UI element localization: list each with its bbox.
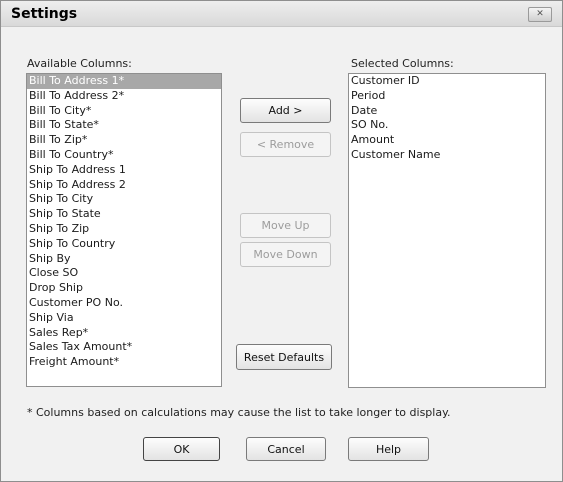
ok-button[interactable]: OK bbox=[143, 437, 220, 461]
remove-button[interactable]: < Remove bbox=[240, 132, 331, 157]
list-item[interactable]: Bill To Zip* bbox=[27, 133, 221, 148]
list-item[interactable]: Bill To Address 1* bbox=[27, 74, 221, 89]
list-item[interactable]: Customer ID bbox=[349, 74, 545, 89]
list-item[interactable]: Ship To Country bbox=[27, 237, 221, 252]
list-item[interactable]: Freight Amount* bbox=[27, 355, 221, 370]
list-item[interactable]: Ship To Address 2 bbox=[27, 178, 221, 193]
settings-dialog: Settings ✕ Available Columns: Bill To Ad… bbox=[0, 0, 563, 482]
list-item[interactable]: Ship To Zip bbox=[27, 222, 221, 237]
list-item[interactable]: Bill To City* bbox=[27, 104, 221, 119]
list-item[interactable]: Ship To City bbox=[27, 192, 221, 207]
close-button[interactable]: ✕ bbox=[528, 7, 552, 22]
list-item[interactable]: Sales Tax Amount* bbox=[27, 340, 221, 355]
list-item[interactable]: Amount bbox=[349, 133, 545, 148]
list-item[interactable]: SO No. bbox=[349, 118, 545, 133]
list-item[interactable]: Bill To Address 2* bbox=[27, 89, 221, 104]
reset-defaults-button[interactable]: Reset Defaults bbox=[236, 344, 332, 370]
available-columns-list[interactable]: Bill To Address 1* Bill To Address 2* Bill… bbox=[26, 73, 222, 387]
list-item[interactable]: Close SO bbox=[27, 266, 221, 281]
dialog-title: Settings bbox=[11, 6, 78, 22]
move-down-button[interactable]: Move Down bbox=[240, 242, 331, 267]
list-item[interactable]: Date bbox=[349, 104, 545, 119]
list-item[interactable]: Customer Name bbox=[349, 148, 545, 163]
list-item[interactable]: Customer PO No. bbox=[27, 296, 221, 311]
close-icon: ✕ bbox=[536, 9, 544, 19]
help-button[interactable]: Help bbox=[348, 437, 429, 461]
available-columns-label: Available Columns: bbox=[27, 57, 132, 70]
list-item[interactable]: Ship To State bbox=[27, 207, 221, 222]
title-bar: Settings ✕ bbox=[1, 1, 562, 27]
list-item[interactable]: Sales Rep* bbox=[27, 326, 221, 341]
calculation-footnote: * Columns based on calculations may caus… bbox=[27, 406, 451, 419]
list-item[interactable]: Bill To Country* bbox=[27, 148, 221, 163]
list-item[interactable]: Ship Via bbox=[27, 311, 221, 326]
list-item[interactable]: Period bbox=[349, 89, 545, 104]
selected-columns-label: Selected Columns: bbox=[351, 57, 454, 70]
add-button[interactable]: Add > bbox=[240, 98, 331, 123]
list-item[interactable]: Bill To State* bbox=[27, 118, 221, 133]
list-item[interactable]: Ship To Address 1 bbox=[27, 163, 221, 178]
move-up-button[interactable]: Move Up bbox=[240, 213, 331, 238]
cancel-button[interactable]: Cancel bbox=[246, 437, 326, 461]
selected-columns-list[interactable]: Customer ID Period Date SO No. Amount Custome… bbox=[348, 73, 546, 388]
list-item[interactable]: Ship By bbox=[27, 252, 221, 267]
list-item[interactable]: Drop Ship bbox=[27, 281, 221, 296]
